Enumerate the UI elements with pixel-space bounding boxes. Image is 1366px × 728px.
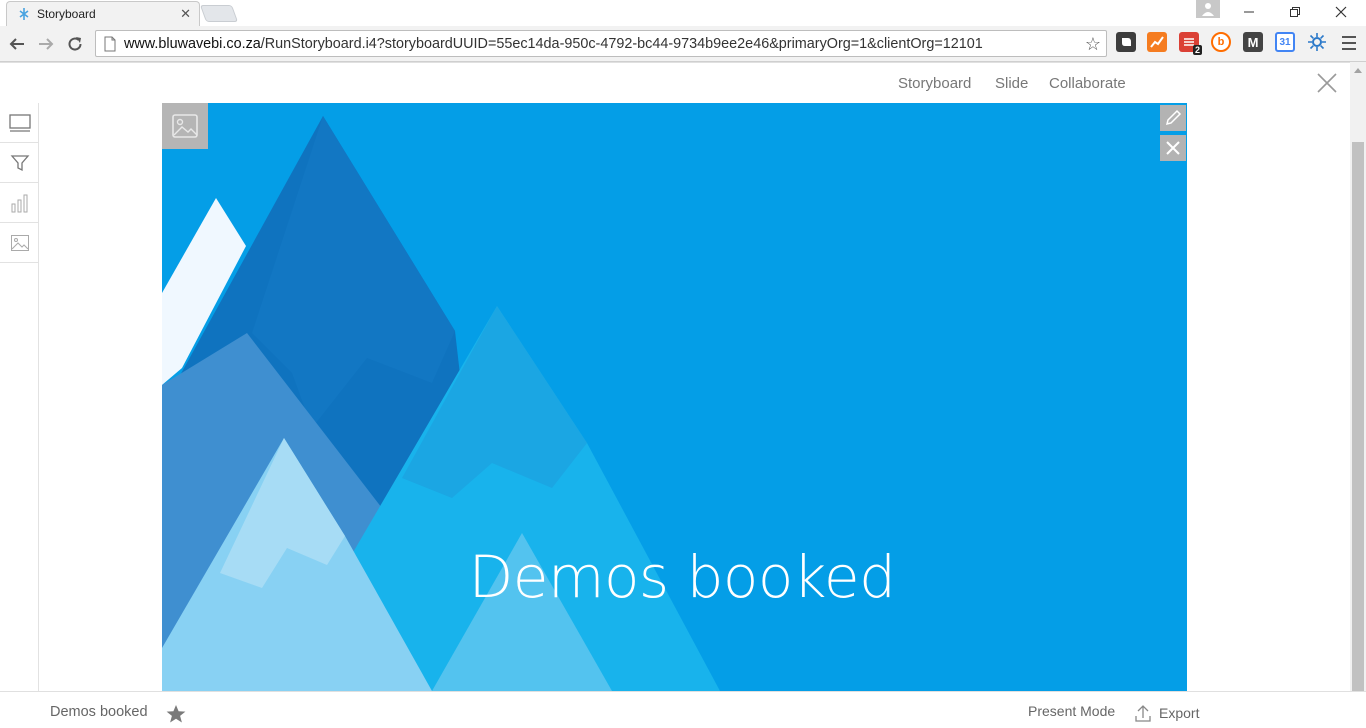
image-icon [172,114,198,138]
page-scrollbar[interactable] [1350,62,1366,696]
todoist-icon[interactable]: 2 [1179,32,1202,55]
browser-toolbar: www.bluwavebi.co.za/RunStoryboard.i4?sto… [0,26,1366,62]
nav-slide[interactable]: Slide [995,75,1028,92]
minimize-icon[interactable] [1226,0,1272,24]
nav-collaborate[interactable]: Collaborate [1049,75,1126,92]
pencil-icon [1165,109,1182,126]
calendar-icon[interactable]: 31 [1275,32,1295,52]
slide-canvas[interactable]: Demos booked [162,103,1187,691]
nav-storyboard[interactable]: Storyboard [898,75,971,92]
browser-menu-icon[interactable] [1342,34,1358,52]
edit-slide-button[interactable] [1160,105,1186,131]
footer-slide-title: Demos booked [50,704,148,720]
profile-icon[interactable] [1196,0,1220,18]
close-storyboard-icon[interactable] [1316,72,1338,94]
display-icon [8,113,31,132]
storyboard-favicon-icon [19,8,29,20]
gmail-m-icon[interactable]: M [1243,32,1263,52]
tab-title: Storyboard [37,7,96,21]
feedly-icon[interactable]: b [1211,32,1231,52]
export-label: Export [1159,705,1200,721]
close-icon [1166,141,1180,155]
filter-icon [10,154,29,171]
tab-close-icon[interactable]: ✕ [180,7,191,21]
remove-slide-button[interactable] [1160,135,1186,161]
slide-title[interactable]: Demos booked [162,543,1187,611]
bar-chart-icon [11,194,27,212]
browser-titlebar: Storyboard ✕ [0,0,1366,26]
left-toolbar [0,103,39,691]
upload-icon [1135,705,1151,722]
present-mode-button[interactable]: Present Mode [1028,703,1115,719]
new-tab-button[interactable] [199,5,239,22]
add-chart-button[interactable] [0,183,39,223]
url-text[interactable]: www.bluwavebi.co.za/RunStoryboard.i4?sto… [124,36,1084,52]
back-icon[interactable] [6,33,28,55]
slide-layout-button[interactable] [0,103,39,143]
address-bar[interactable]: www.bluwavebi.co.za/RunStoryboard.i4?sto… [95,30,1107,57]
todoist-badge: 2 [1192,45,1202,55]
storyboard-footer: Demos booked Present Mode Export [0,691,1366,728]
settings-burst-icon[interactable] [1307,32,1327,52]
browser-tab[interactable]: Storyboard ✕ [6,1,200,26]
forward-icon[interactable] [35,33,57,55]
filter-button[interactable] [0,143,39,183]
app-header: Storyboard Slide Collaborate [0,62,1350,103]
analytics-icon[interactable] [1147,32,1167,52]
close-window-icon[interactable] [1318,0,1364,24]
restore-icon[interactable] [1272,0,1318,24]
image-placeholder[interactable] [162,103,208,149]
scroll-thumb[interactable] [1352,142,1364,696]
add-image-button[interactable] [0,223,39,263]
url-path: /RunStoryboard.i4?storyboardUUID=55ec14d… [260,35,983,52]
bookmark-star-icon[interactable]: ☆ [1085,34,1101,55]
page-info-icon[interactable] [103,36,117,52]
evernote-icon[interactable] [1116,32,1136,52]
export-button[interactable]: Export [1133,703,1199,723]
scroll-up-arrow-icon[interactable] [1354,68,1362,73]
image-icon [10,234,29,251]
favorite-star-icon[interactable] [165,703,187,725]
url-host: www.bluwavebi.co.za [124,35,261,52]
reload-icon[interactable] [64,33,86,55]
